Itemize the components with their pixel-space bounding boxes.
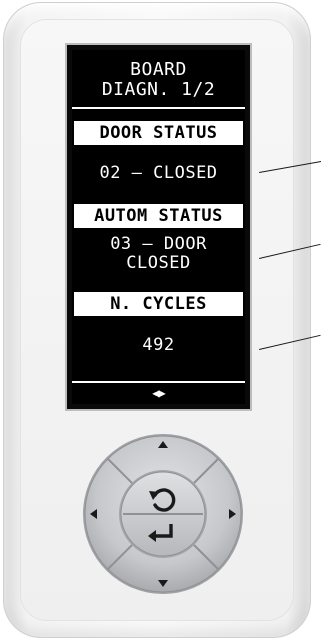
screen-title: BOARD DIAGN. 1/2	[101, 59, 216, 100]
bottom-divider	[72, 381, 245, 383]
n-cycles-label: N. CYCLES	[74, 292, 243, 316]
n-cycles-value: 492	[142, 335, 175, 355]
autom-status-value: 03 — DOOR CLOSED	[110, 234, 207, 273]
page-nav-indicator: ◀▶	[152, 386, 165, 400]
enter-button[interactable]	[121, 516, 205, 556]
up-button[interactable]	[133, 434, 193, 464]
down-button[interactable]	[133, 564, 193, 594]
lcd-screen: BOARD DIAGN. 1/2 DOOR STATUS 02 — CLOSED…	[67, 45, 250, 409]
door-status-label: DOOR STATUS	[74, 121, 243, 145]
left-button[interactable]	[83, 484, 113, 544]
right-button[interactable]	[213, 484, 243, 544]
door-status-value: 02 — CLOSED	[99, 163, 218, 183]
navigation-keypad	[81, 432, 245, 596]
back-button[interactable]	[121, 472, 205, 512]
autom-status-label: AUTOM STATUS	[74, 204, 243, 228]
title-divider	[72, 107, 245, 109]
